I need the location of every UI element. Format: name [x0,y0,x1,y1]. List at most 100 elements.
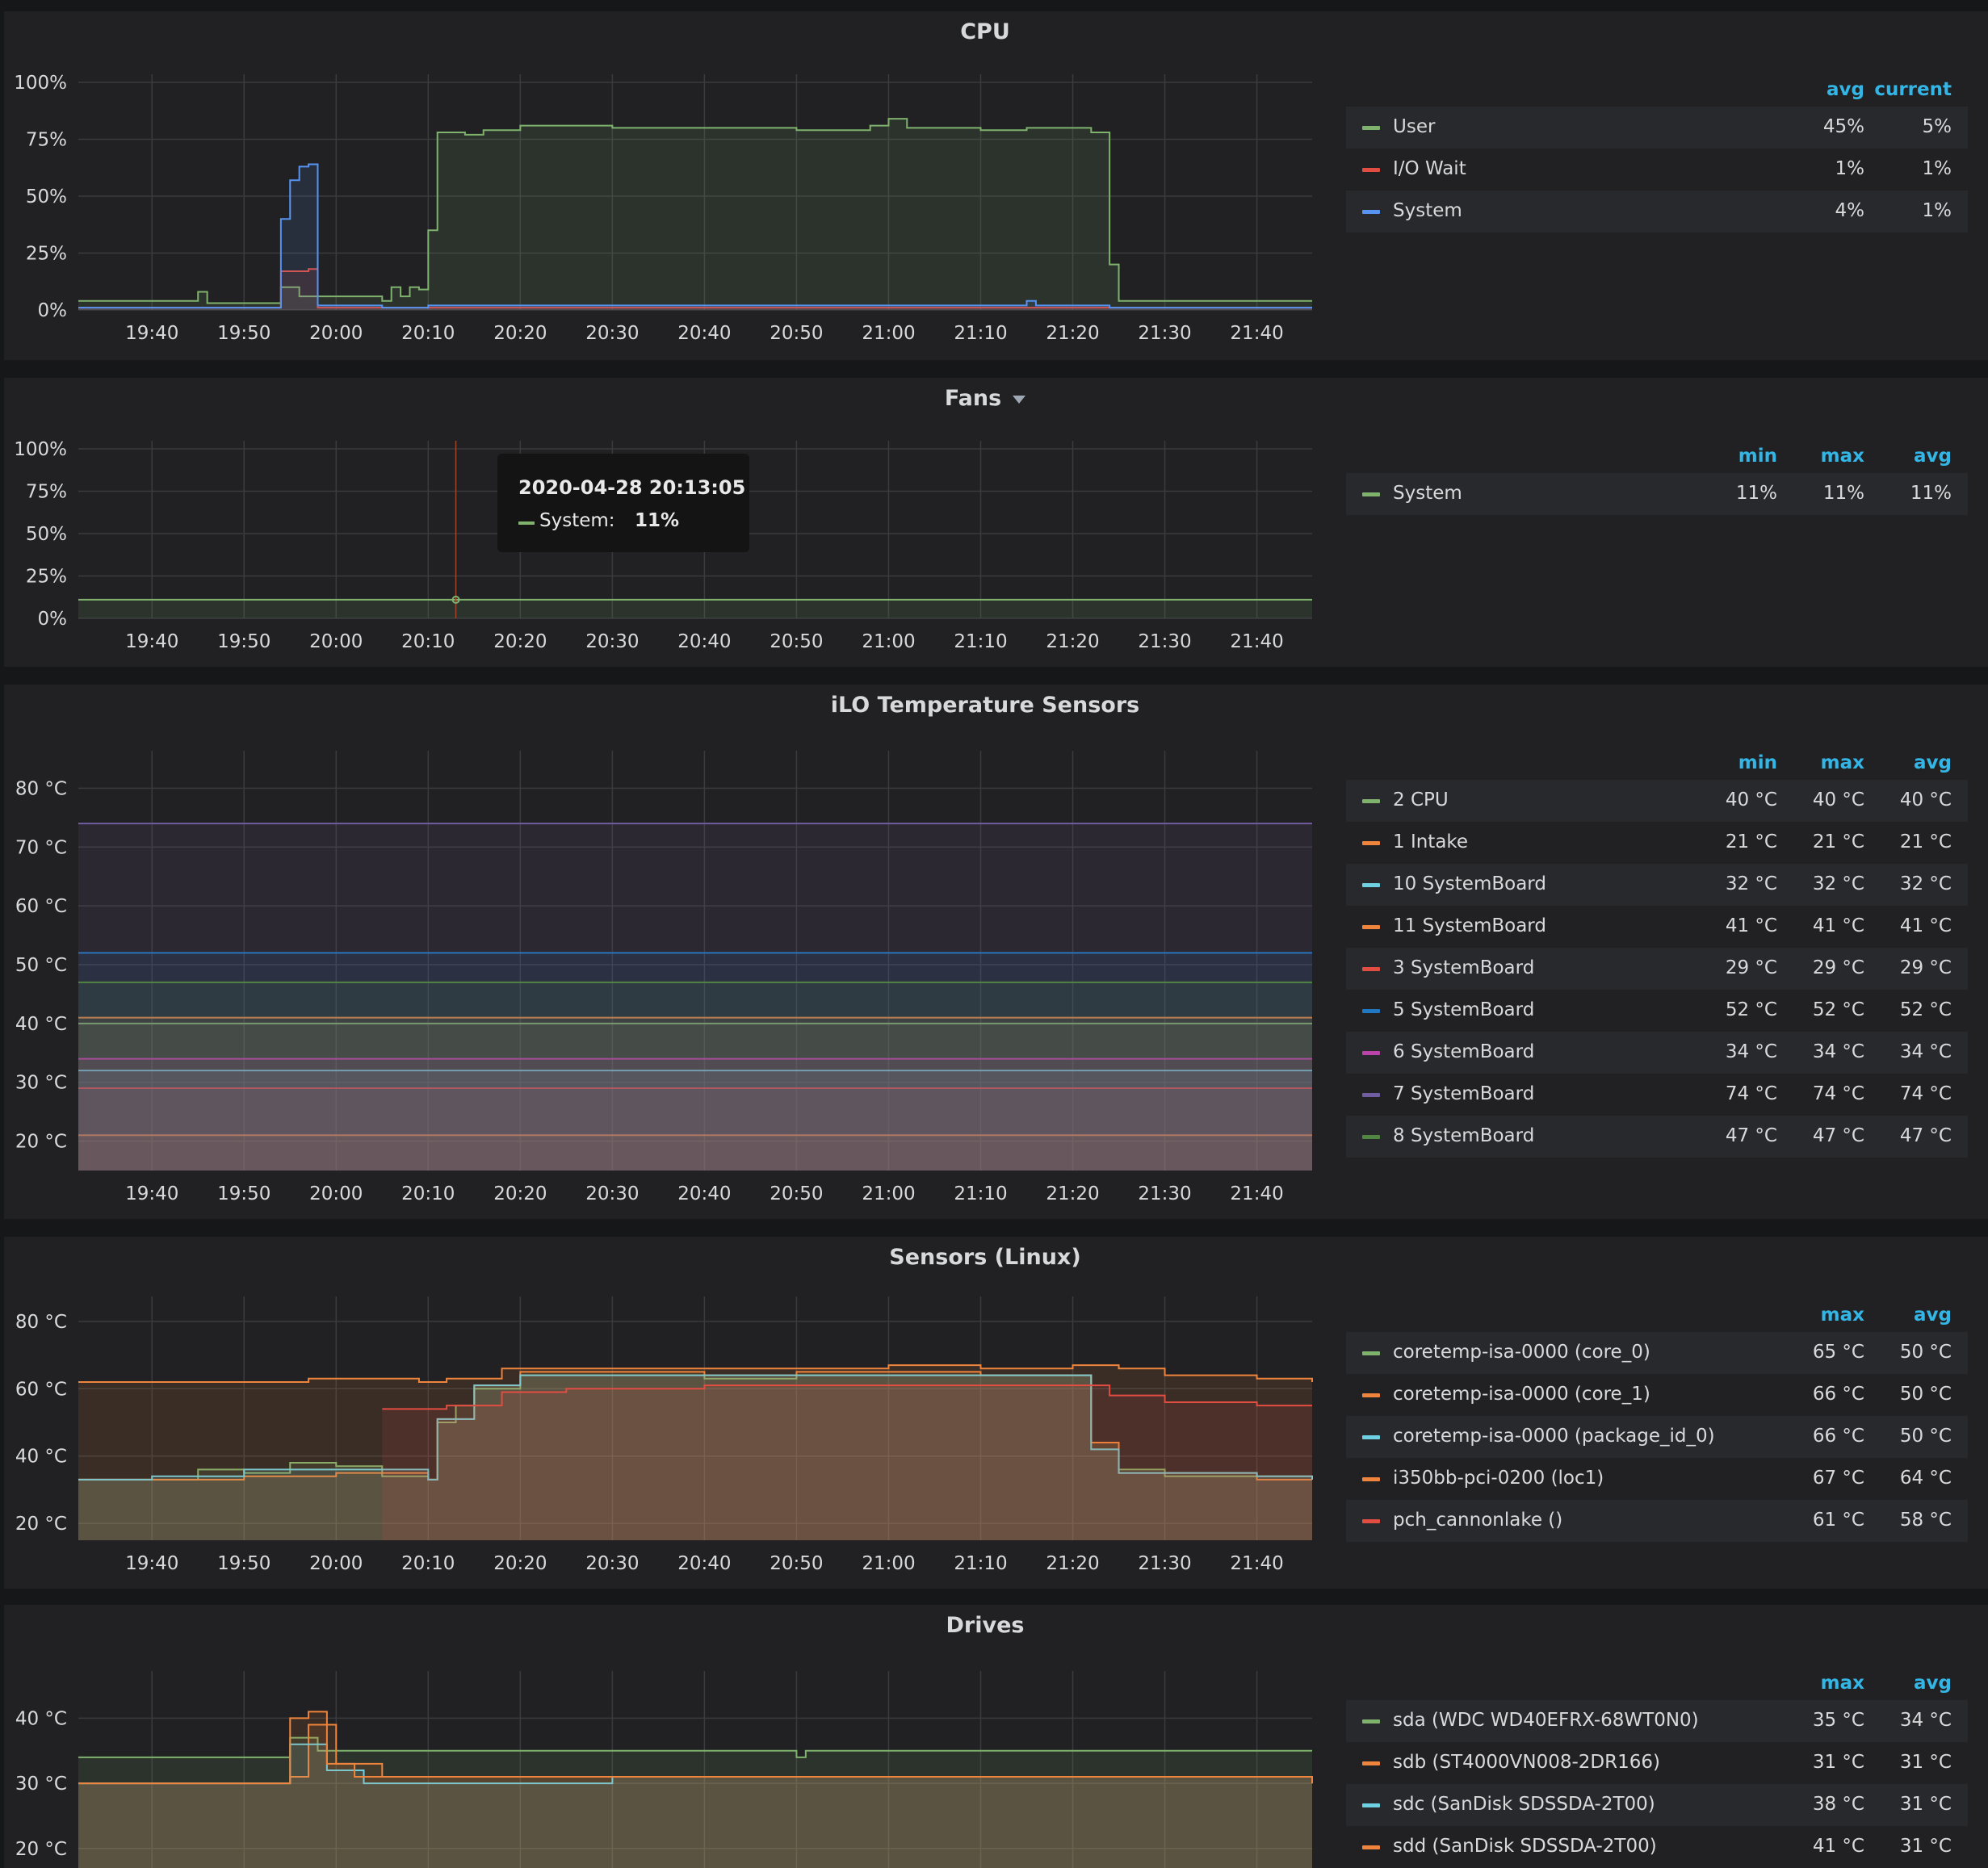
legend-item[interactable]: 7 SystemBoard 74 °C 74 °C 74 °C [1346,1074,1968,1116]
legend-series-name[interactable]: 3 SystemBoard [1393,957,1534,978]
legend-item[interactable]: System 11% 11% 11% [1346,473,1968,515]
legend-column-avg[interactable]: avg [1914,752,1952,773]
legend-series-name[interactable]: System [1393,483,1462,504]
legend-swatch[interactable] [1362,925,1380,929]
legend-series-name[interactable]: coretemp-isa-0000 (core_0) [1393,1342,1650,1363]
legend-swatch[interactable] [1362,1093,1380,1097]
series-area [78,119,1312,310]
legend-swatch[interactable] [1362,1135,1380,1139]
ilo-chart[interactable]: 80 °C 70 °C 60 °C 50 °C 40 °C 30 °C 20 °C 19:40… [4,685,1344,1219]
legend-series-name[interactable]: sdc (SanDisk SDSSDA-2T00) [1393,1794,1655,1815]
drives-chart[interactable]: 40 °C30 °C20 °C19:4019:5020:0020:1020:20… [4,1605,1344,1868]
cpu-legend: avg current User 45% 5% I/O Wait 1% 1% System 4% 1… [1346,79,1968,232]
legend-swatch[interactable] [1362,1477,1380,1481]
legend-item[interactable]: coretemp-isa-0000 (package_id_0) 66 °C 50 … [1346,1416,1968,1458]
legend-series-name[interactable]: 10 SystemBoard [1393,873,1546,894]
legend-item[interactable]: 2 CPU 40 °C 40 °C 40 °C [1346,780,1968,822]
legend-series-name[interactable]: 8 SystemBoard [1393,1125,1534,1146]
x-tick-label: 21:20 [1046,323,1099,344]
legend-column-avg[interactable]: avg [1914,1305,1952,1326]
cpu-chart[interactable]: 100% 75% 50% 25% 0% 19:40 19:50 20:00 20:10 20:20… [4,11,1344,360]
legend-swatch[interactable] [1362,1051,1380,1055]
legend-swatch[interactable] [1362,1719,1380,1724]
legend-item[interactable]: 8 SystemBoard 47 °C 47 °C 47 °C [1346,1116,1968,1158]
legend-series-name[interactable]: System [1393,200,1462,221]
legend-item[interactable]: sdd (SanDisk SDSSDA-2T00) 41 °C 31 °C [1346,1826,1968,1868]
legend-item[interactable]: 3 SystemBoard 29 °C 29 °C 29 °C [1346,948,1968,990]
legend-column-avg[interactable]: avg [1914,446,1952,467]
legend-item[interactable]: pch_cannonlake () 61 °C 58 °C [1346,1500,1968,1542]
legend-value: 5% [1922,116,1952,137]
legend-series-name[interactable]: 1 Intake [1393,831,1468,852]
legend-value: 32 °C [1899,873,1952,894]
y-tick-label: 0% [38,300,68,321]
legend-swatch[interactable] [1362,126,1380,130]
legend-series-name[interactable]: coretemp-isa-0000 (package_id_0) [1393,1426,1715,1447]
legend-value: 40 °C [1725,790,1777,810]
legend-column-max[interactable]: max [1821,1305,1864,1326]
legend-series-name[interactable]: User [1393,116,1435,137]
legend-column-min[interactable]: min [1738,752,1777,773]
legend-swatch[interactable] [1362,1845,1380,1849]
legend-series-name[interactable]: pch_cannonlake () [1393,1510,1562,1531]
legend-swatch[interactable] [1362,799,1380,803]
cpu-panel: CPU 100% 75% 50% 25% 0% 19:40 19:50 20:00 20:10 2… [4,11,1988,360]
legend-column-current[interactable]: current [1874,79,1952,100]
legend-item[interactable]: System 4% 1% [1346,191,1968,232]
legend-series-name[interactable]: I/O Wait [1393,158,1466,179]
legend-swatch[interactable] [1362,1761,1380,1765]
legend-column-max[interactable]: max [1821,446,1864,467]
series-area [78,1711,1312,1868]
legend-item[interactable]: sdc (SanDisk SDSSDA-2T00) 38 °C 31 °C [1346,1784,1968,1826]
x-tick-label: 21:10 [954,323,1007,344]
legend-series-name[interactable]: 2 CPU [1393,790,1449,810]
legend-series-name[interactable]: 7 SystemBoard [1393,1083,1534,1104]
legend-item[interactable]: User 45% 5% [1346,107,1968,149]
legend-series-name[interactable]: 5 SystemBoard [1393,999,1534,1020]
legend-column-max[interactable]: max [1821,1673,1864,1694]
legend-swatch[interactable] [1362,210,1380,214]
legend-item[interactable]: 1 Intake 21 °C 21 °C 21 °C [1346,822,1968,864]
x-tick-label: 20:50 [770,1183,823,1204]
y-tick-label: 50% [26,186,67,207]
legend-item[interactable]: 10 SystemBoard 32 °C 32 °C 32 °C [1346,864,1968,906]
legend-swatch[interactable] [1362,1351,1380,1355]
legend-series-name[interactable]: sda (WDC WD40EFRX-68WT0N0) [1393,1710,1699,1731]
legend-item[interactable]: 6 SystemBoard 34 °C 34 °C 34 °C [1346,1032,1968,1074]
legend-item[interactable]: sda (WDC WD40EFRX-68WT0N0) 35 °C 34 °C [1346,1700,1968,1742]
legend-column-avg[interactable]: avg [1827,79,1864,100]
x-tick-label: 20:10 [401,1553,455,1574]
legend-value: 50 °C [1899,1342,1952,1363]
legend-swatch[interactable] [1362,1519,1380,1523]
legend-column-avg[interactable]: avg [1914,1673,1952,1694]
legend-swatch[interactable] [1362,967,1380,971]
legend-series-name[interactable]: sdb (ST4000VN008-2DR166) [1393,1752,1660,1773]
legend-item[interactable]: 5 SystemBoard 52 °C 52 °C 52 °C [1346,990,1968,1032]
legend-swatch[interactable] [1362,1393,1380,1397]
legend-item[interactable]: I/O Wait 1% 1% [1346,149,1968,191]
sensors-chart[interactable]: 80 °C 60 °C 40 °C 20 °C 19:40 19:50 20:00 20:10… [4,1237,1344,1589]
legend-column-min[interactable]: min [1738,446,1777,467]
legend-series-name[interactable]: 11 SystemBoard [1393,915,1546,936]
legend-swatch[interactable] [1362,1009,1380,1013]
legend-swatch[interactable] [1362,1803,1380,1807]
legend-series-name[interactable]: sdd (SanDisk SDSSDA-2T00) [1393,1836,1657,1857]
legend-item[interactable]: i350bb-pci-0200 (loc1) 67 °C 64 °C [1346,1458,1968,1500]
legend-swatch[interactable] [1362,883,1380,887]
legend-item[interactable]: coretemp-isa-0000 (core_1) 66 °C 50 °C [1346,1374,1968,1416]
legend-series-name[interactable]: 6 SystemBoard [1393,1041,1534,1062]
legend-swatch[interactable] [1362,492,1380,496]
legend-item[interactable]: sdb (ST4000VN008-2DR166) 31 °C 31 °C [1346,1742,1968,1784]
legend-value: 66 °C [1812,1426,1864,1447]
legend-series-name[interactable]: i350bb-pci-0200 (loc1) [1393,1468,1604,1489]
legend-value: 50 °C [1899,1426,1952,1447]
legend-item[interactable]: coretemp-isa-0000 (core_0) 65 °C 50 °C [1346,1332,1968,1374]
ilo-temperature-panel: iLO Temperature Sensors 80 °C 70 °C 60 °C 5… [4,685,1988,1219]
legend-series-name[interactable]: coretemp-isa-0000 (core_1) [1393,1384,1650,1405]
x-tick-label: 20:00 [309,1183,363,1204]
legend-column-max[interactable]: max [1821,752,1864,773]
legend-swatch[interactable] [1362,168,1380,172]
legend-swatch[interactable] [1362,1435,1380,1439]
legend-item[interactable]: 11 SystemBoard 41 °C 41 °C 41 °C [1346,906,1968,948]
legend-swatch[interactable] [1362,841,1380,845]
